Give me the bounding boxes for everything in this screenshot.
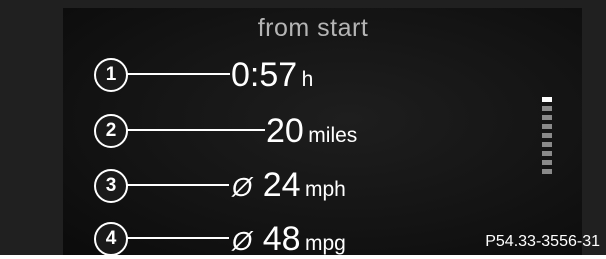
trip-time-readout: 0:57 h [231, 56, 313, 95]
scroll-segment [542, 124, 552, 129]
scroll-segment [542, 160, 552, 165]
callout-3: 3 [94, 169, 128, 203]
figure-reference: P54.33-3556-31 [485, 233, 600, 250]
figure-frame: from start 1 0:57 h 2 20 miles 3 Ø 24 mp… [0, 0, 606, 258]
average-speed-unit: mph [304, 178, 346, 201]
leader-line-4 [126, 237, 229, 239]
scroll-segment [542, 115, 552, 120]
average-speed-value: 24 [262, 166, 301, 204]
average-consumption-unit: mpg [304, 232, 346, 255]
callout-4: 4 [94, 222, 128, 256]
callout-1: 1 [94, 58, 128, 92]
average-consumption-readout: Ø 48 mpg [232, 220, 346, 259]
average-symbol-icon: Ø [232, 172, 253, 202]
scroll-position-indicator [542, 97, 552, 178]
scroll-segment [542, 142, 552, 147]
distance-value: 20 [266, 112, 304, 150]
screen-title: from start [257, 14, 369, 42]
trip-time-value: 0:57 [231, 56, 298, 94]
average-speed-readout: Ø 24 mph [232, 166, 346, 205]
distance-readout: 20 miles [266, 112, 357, 151]
leader-line-1 [126, 73, 230, 75]
callout-2: 2 [94, 114, 128, 148]
trip-time-unit: h [301, 68, 314, 91]
distance-unit: miles [308, 124, 358, 147]
scroll-segment [542, 133, 552, 138]
leader-line-3 [126, 184, 229, 186]
scroll-segment [542, 169, 552, 174]
scroll-segment [542, 106, 552, 111]
scroll-segment [542, 151, 552, 156]
average-consumption-value: 48 [262, 220, 301, 258]
average-symbol-icon: Ø [232, 226, 253, 256]
leader-line-2 [126, 129, 265, 131]
scroll-segment [542, 97, 552, 102]
